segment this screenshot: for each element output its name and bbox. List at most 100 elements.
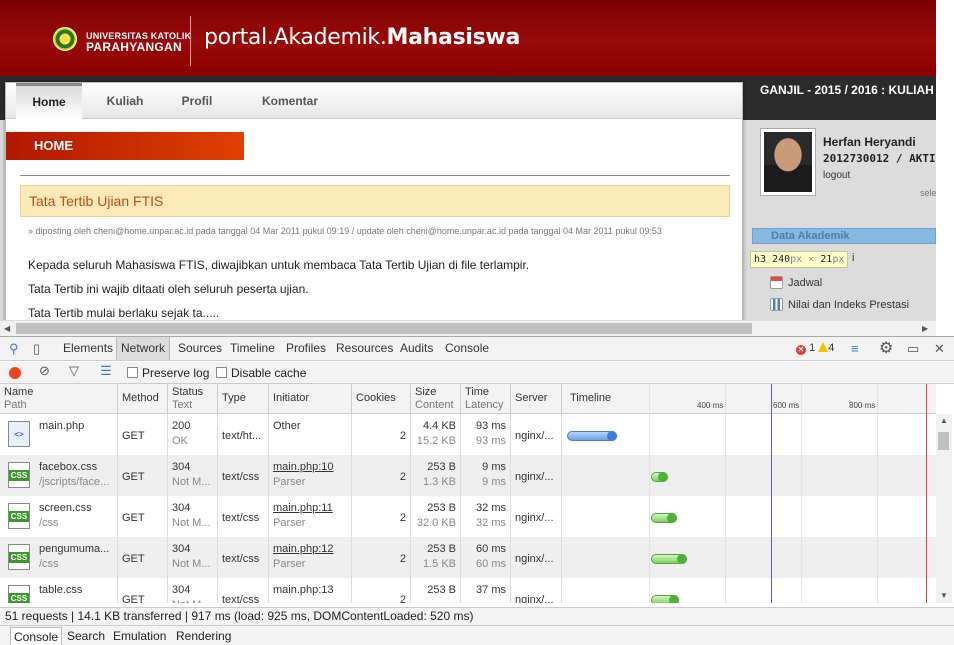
sidebar-item-jadwal[interactable]: Jadwal — [770, 276, 822, 289]
request-type-cell: text/css — [218, 455, 269, 496]
nav-kuliah[interactable]: Kuliah — [90, 83, 160, 119]
university-logo[interactable]: UNIVERSITAS KATOLIK PARAHYANGAN — [86, 31, 191, 53]
table-row[interactable]: CSS pengumuma... /css GET 304 Not M... text/cs… — [0, 537, 936, 578]
column-method[interactable]: Method — [118, 384, 168, 414]
dock-side-icon[interactable]: ▭ — [907, 337, 919, 360]
column-status[interactable]: Status Text — [168, 384, 218, 414]
warning-icon — [818, 342, 829, 352]
clear-icon[interactable]: ⊘ — [39, 359, 50, 382]
table-row[interactable]: CSS table.css GET 304 Not M... text/css main.p… — [0, 578, 936, 603]
request-method-cell: GET — [118, 537, 168, 578]
filter-icon[interactable]: ▽ — [69, 359, 79, 382]
student-id: 2012730012 / AKTIF — [823, 152, 936, 165]
table-row[interactable]: CSS screen.css/css GET 304 Not M... text/css m… — [0, 496, 936, 537]
error-warning-counter[interactable]: ✕ 1 4 — [796, 342, 834, 355]
request-status: 200 — [172, 420, 191, 432]
column-name[interactable]: Name Path — [0, 384, 118, 414]
request-initiator_sub: Parser — [273, 517, 306, 529]
close-icon[interactable]: ✕ — [934, 337, 945, 360]
request-initiator-cell[interactable]: Other — [269, 414, 352, 455]
preserve-log-checkbox[interactable] — [127, 367, 138, 378]
drawer-tab-rendering[interactable]: Rendering — [176, 627, 231, 645]
tab-elements[interactable]: Elements — [63, 337, 113, 360]
timeline-bar-end — [607, 431, 617, 441]
timeline-bar-end — [669, 595, 679, 603]
error-count: 1 — [809, 342, 816, 354]
network-table-header: Name Path Method Status Text Type Initiato… — [0, 384, 936, 414]
tab-sources[interactable]: Sources — [178, 337, 222, 360]
show-drawer-icon[interactable]: ≡ — [851, 337, 859, 360]
column-time[interactable]: Time Latency — [461, 384, 511, 414]
request-time: 37 ms — [476, 584, 506, 596]
request-time-cell: 93 ms 93 ms — [461, 414, 511, 455]
drawer-tabbar: Console Search Emulation Rendering — [0, 625, 954, 645]
disable-cache-checkbox[interactable] — [216, 367, 227, 378]
tab-timeline[interactable]: Timeline — [230, 337, 275, 360]
record-button[interactable] — [9, 367, 21, 379]
tab-profiles[interactable]: Profiles — [286, 337, 326, 360]
network-scrollbar[interactable]: ▲ ▼ — [936, 414, 952, 603]
request-server-cell: nginx/... — [511, 455, 562, 496]
device-mode-icon[interactable]: ▯ — [33, 337, 40, 360]
tab-resources[interactable]: Resources — [336, 337, 393, 360]
scroll-down-arrow-icon[interactable]: ▼ — [940, 592, 948, 600]
tab-console[interactable]: Console — [445, 337, 489, 360]
request-name-cell[interactable]: CSS table.css — [0, 578, 118, 603]
request-cookies-cell: 2 — [352, 496, 411, 537]
request-type: text/css — [222, 553, 260, 565]
tab-network[interactable]: Network — [116, 337, 171, 360]
sidebar-item-label: Data Akademik — [771, 230, 850, 242]
sidebar-item-nilai[interactable]: Nilai dan Indeks Prestasi — [770, 298, 909, 311]
page-horizontal-scrollbar[interactable]: ◀ ▶ — [0, 320, 936, 336]
request-initiator-cell[interactable]: main.php:13 — [269, 578, 352, 603]
request-initiator: main.php:12 — [273, 543, 334, 555]
request-initiator-cell[interactable]: main.php:11 Parser — [269, 496, 352, 537]
column-cookies[interactable]: Cookies — [352, 384, 411, 414]
timeline-bar[interactable] — [651, 595, 679, 603]
request-server-cell: nginx/... — [511, 414, 562, 455]
sidebar-item-data-akademik[interactable]: Data Akademik — [752, 228, 936, 244]
column-size[interactable]: Size Content — [411, 384, 461, 414]
request-name-cell[interactable]: <> main.php — [0, 414, 118, 455]
post-meta: » diposting oleh cheni@home.unpar.ac.id … — [28, 226, 662, 236]
portal-title: portal.Akademik.Mahasiswa — [204, 25, 520, 50]
table-row[interactable]: <> main.php GET 200 OK text/ht... Other 2 4.4 KB… — [0, 414, 936, 455]
timeline-bar[interactable] — [567, 431, 617, 441]
page-hscroll-thumb[interactable] — [16, 323, 752, 334]
nav-profil[interactable]: Profil — [166, 83, 228, 119]
request-initiator-cell[interactable]: main.php:10 Parser — [269, 455, 352, 496]
column-time-label: Time — [465, 386, 490, 398]
nav-komentar[interactable]: Komentar — [242, 83, 338, 119]
request-name-cell[interactable]: CSS pengumuma... /css — [0, 537, 118, 578]
timeline-bar[interactable] — [651, 554, 687, 564]
university-seal-icon[interactable] — [53, 27, 77, 51]
select-link[interactable]: sele — [920, 188, 936, 198]
request-name-cell[interactable]: CSS screen.css/css — [0, 496, 118, 537]
drawer-tab-search[interactable]: Search — [67, 627, 105, 645]
timeline-bar[interactable] — [651, 472, 668, 482]
column-type[interactable]: Type — [218, 384, 269, 414]
scroll-up-arrow-icon[interactable]: ▲ — [940, 417, 948, 425]
drawer-tab-console[interactable]: Console — [10, 627, 63, 645]
column-server[interactable]: Server — [511, 384, 562, 414]
request-time-cell: 9 ms 9 ms — [461, 455, 511, 496]
large-rows-icon[interactable]: ☰ — [100, 359, 112, 382]
request-initiator: main.php:13 — [273, 584, 334, 596]
settings-gear-icon[interactable]: ⚙ — [879, 337, 893, 360]
table-row[interactable]: CSS facebox.css/jscripts/face... GET 304 Not… — [0, 455, 936, 496]
request-initiator-cell[interactable]: main.php:12 Parser — [269, 537, 352, 578]
request-name-cell[interactable]: CSS facebox.css/jscripts/face... — [0, 455, 118, 496]
inspect-search-icon[interactable]: ⚲ — [9, 337, 19, 360]
scroll-right-arrow-icon[interactable]: ▶ — [922, 325, 928, 333]
notice-title[interactable]: Tata Tertib Ujian FTIS — [20, 185, 730, 217]
logout-link[interactable]: logout — [823, 170, 850, 181]
network-scroll-thumb[interactable] — [938, 432, 949, 450]
column-timeline[interactable]: Timeline — [562, 384, 936, 414]
drawer-tab-emulation[interactable]: Emulation — [113, 627, 166, 645]
timeline-bar-end — [658, 472, 668, 482]
scroll-left-arrow-icon[interactable]: ◀ — [4, 325, 10, 333]
timeline-bar[interactable] — [651, 513, 677, 523]
nav-home[interactable]: Home — [16, 83, 82, 119]
tab-audits[interactable]: Audits — [400, 337, 433, 360]
column-initiator[interactable]: Initiator — [269, 384, 352, 414]
